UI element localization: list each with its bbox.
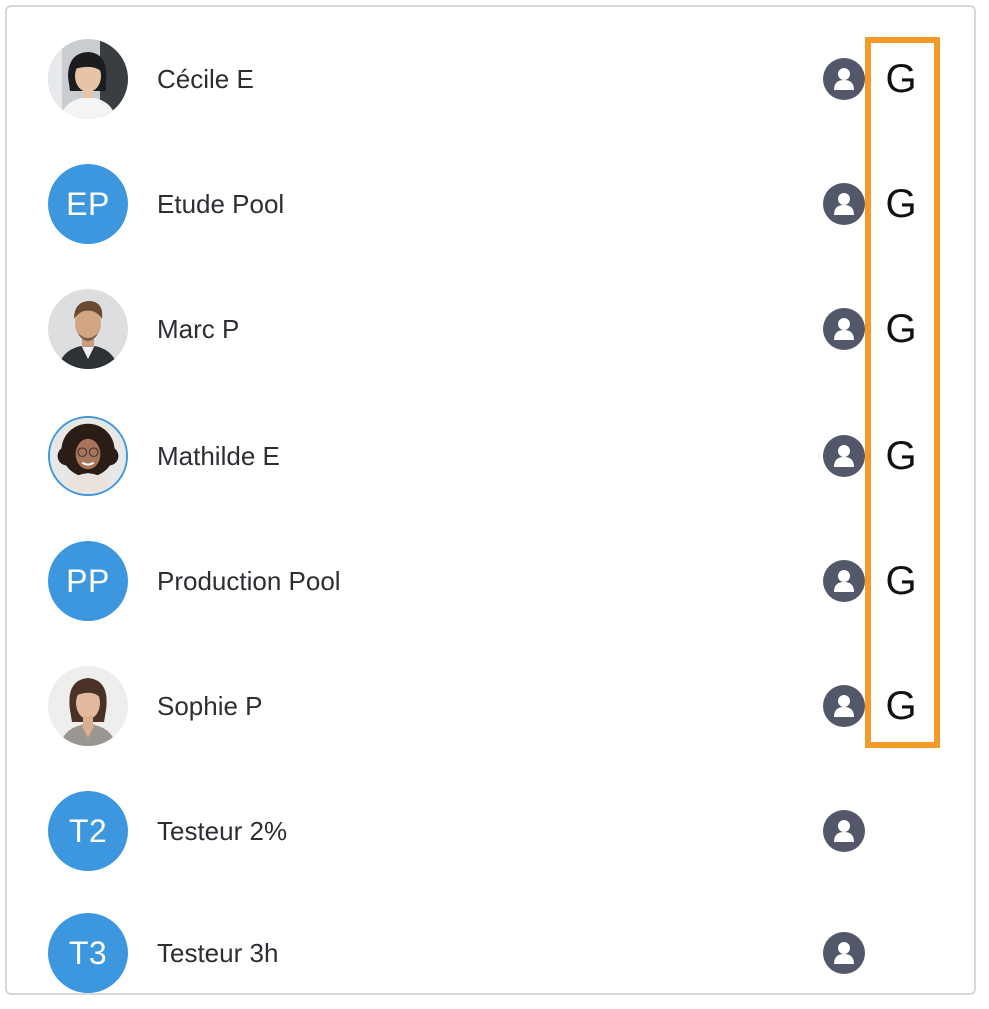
group-letter[interactable]: G	[881, 164, 921, 244]
member-row[interactable]: Mathilde E G	[7, 416, 974, 496]
user-badge-icon[interactable]	[823, 183, 865, 225]
avatar: T3	[48, 913, 128, 993]
group-letter[interactable]: G	[881, 39, 921, 119]
member-row[interactable]: Sophie P G	[7, 666, 974, 746]
member-name: Sophie P	[157, 691, 263, 721]
user-badge-icon[interactable]	[823, 932, 865, 974]
user-badge-icon[interactable]	[823, 435, 865, 477]
member-row[interactable]: Cécile E G	[7, 39, 974, 119]
man-portrait-photo-icon	[48, 289, 128, 369]
member-row[interactable]: EP Etude Pool G	[7, 164, 974, 244]
avatar	[48, 416, 128, 496]
avatar	[48, 666, 128, 746]
avatar: PP	[48, 541, 128, 621]
group-letter[interactable]: G	[881, 416, 921, 496]
group-letter[interactable]: G	[881, 289, 921, 369]
avatar	[48, 39, 128, 119]
user-badge-icon[interactable]	[823, 58, 865, 100]
member-row[interactable]: T2 Testeur 2%	[7, 791, 974, 871]
user-badge-icon[interactable]	[823, 308, 865, 350]
woman-portrait-photo-icon	[48, 39, 128, 119]
user-badge-icon[interactable]	[823, 810, 865, 852]
member-name: Production Pool	[157, 566, 341, 596]
member-name: Marc P	[157, 314, 240, 344]
member-list-panel: Cécile E G EP Etude Pool G Marc P G Math…	[5, 5, 976, 995]
group-letter[interactable]: G	[881, 541, 921, 621]
member-name: Testeur 2%	[157, 816, 288, 846]
avatar: EP	[48, 164, 128, 244]
member-name: Mathilde E	[157, 441, 280, 471]
member-name: Etude Pool	[157, 189, 285, 219]
user-badge-icon[interactable]	[823, 560, 865, 602]
woman-portrait-photo-icon	[48, 666, 128, 746]
member-row[interactable]: PP Production Pool G	[7, 541, 974, 621]
member-name: Testeur 3h	[157, 938, 279, 968]
user-badge-icon[interactable]	[823, 685, 865, 727]
member-name: Cécile E	[157, 64, 254, 94]
member-row[interactable]: Marc P G	[7, 289, 974, 369]
member-row[interactable]: T3 Testeur 3h	[7, 913, 974, 993]
group-letter[interactable]: G	[881, 666, 921, 746]
avatar: T2	[48, 791, 128, 871]
avatar	[48, 289, 128, 369]
woman-curly-hair-portrait-photo-icon	[50, 418, 126, 494]
